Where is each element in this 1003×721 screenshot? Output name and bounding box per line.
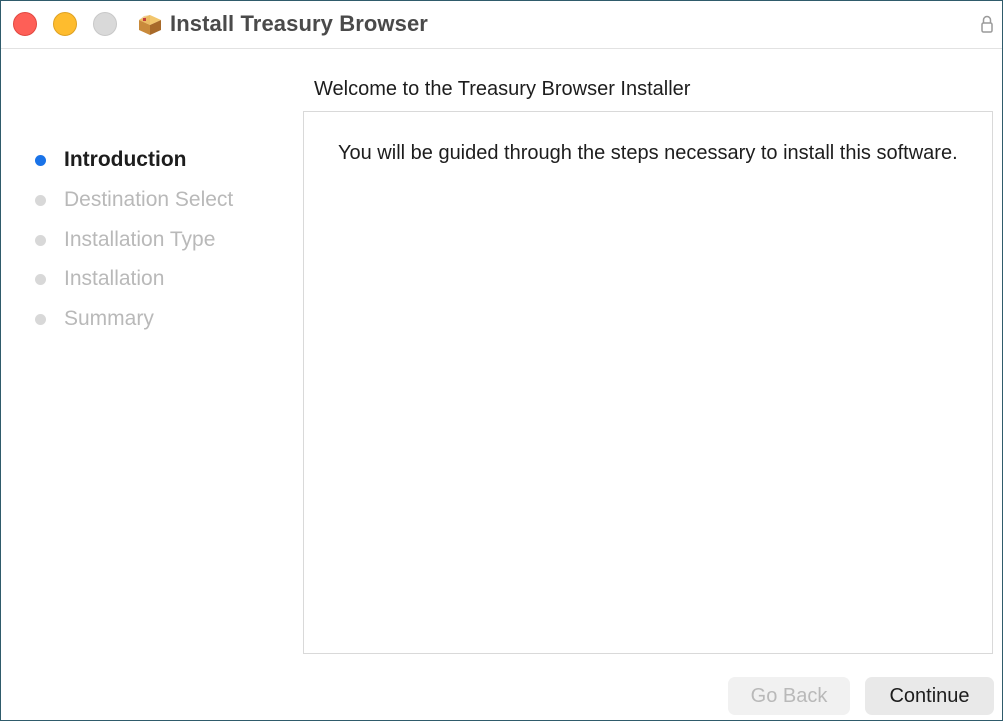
- go-back-button[interactable]: Go Back: [728, 677, 850, 715]
- step-indicator-dot: [35, 235, 46, 246]
- installer-window: Install Treasury Browser Introduction De…: [0, 0, 1003, 721]
- step-installation: Installation: [1, 264, 291, 294]
- zoom-button: [93, 12, 117, 36]
- lock-icon: [981, 15, 993, 33]
- step-label: Installation Type: [64, 228, 216, 251]
- step-label: Summary: [64, 307, 154, 330]
- steps-sidebar: Introduction Destination Select Installa…: [1, 49, 301, 720]
- continue-button[interactable]: Continue: [865, 677, 994, 715]
- page-heading: Welcome to the Treasury Browser Installe…: [314, 78, 691, 100]
- package-icon: [139, 15, 161, 35]
- step-summary: Summary: [1, 304, 291, 334]
- step-label: Installation: [64, 267, 165, 290]
- step-indicator-dot: [35, 314, 46, 325]
- step-label: Destination Select: [64, 188, 234, 211]
- step-introduction: Introduction: [1, 145, 291, 175]
- step-indicator-dot: [35, 274, 46, 285]
- step-label: Introduction: [64, 148, 187, 171]
- step-indicator-dot: [35, 195, 46, 206]
- step-installation-type: Installation Type: [1, 225, 291, 255]
- intro-text: You will be guided through the steps nec…: [338, 142, 958, 164]
- step-destination-select: Destination Select: [1, 185, 291, 215]
- title-bar: Install Treasury Browser: [1, 1, 1002, 49]
- content-panel: You will be guided through the steps nec…: [303, 111, 993, 654]
- step-indicator-dot: [35, 155, 46, 166]
- minimize-button[interactable]: [53, 12, 77, 36]
- close-button[interactable]: [13, 12, 37, 36]
- window-title: Install Treasury Browser: [170, 11, 428, 36]
